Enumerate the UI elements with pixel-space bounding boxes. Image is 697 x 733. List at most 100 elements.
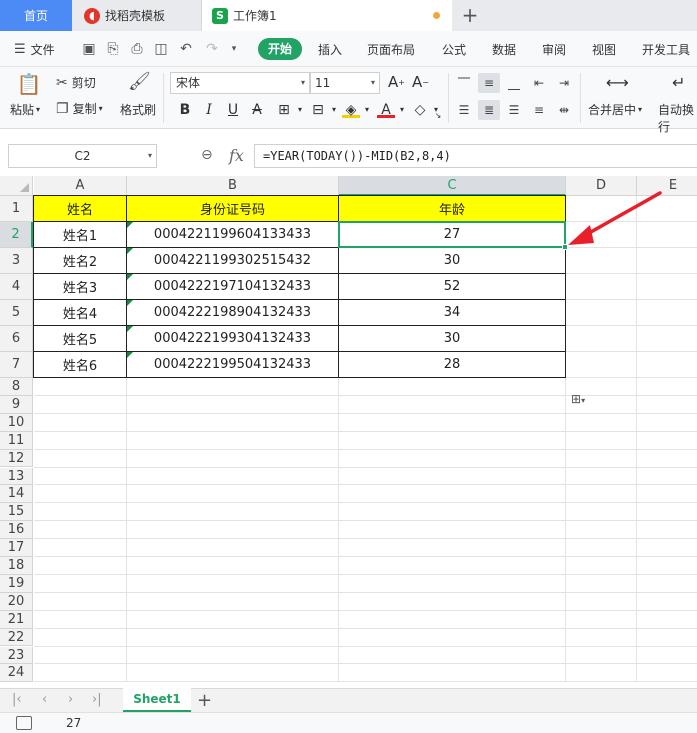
menu-data[interactable]: 数据 [492,41,516,58]
tab-home[interactable]: 首页 [0,0,72,31]
row-header-13[interactable]: 13 [0,467,33,486]
export-pdf-icon[interactable]: ⎘ [104,40,122,58]
cut-button[interactable]: ✂ 剪切 [56,74,96,91]
prev-sheet-icon[interactable]: ‹ [42,692,47,707]
print-preview-icon[interactable]: ◫ [152,40,170,58]
cell-c7[interactable]: 28 [339,352,565,377]
paste-button[interactable]: 粘贴 ▾ [10,101,40,118]
cell-b7[interactable]: 0004222199504132433 [127,352,338,377]
increase-indent-icon[interactable]: ⇥ [553,73,575,93]
sheet-tab-sheet1[interactable]: Sheet1 [123,688,191,712]
formula-input[interactable]: =YEAR(TODAY())-MID(B2,8,4) [254,144,697,168]
cell-a6[interactable]: 姓名5 [34,326,126,351]
last-sheet-icon[interactable]: ›| [92,692,102,707]
tab-workbook[interactable]: S 工作簿1 [202,0,452,31]
macro-record-icon[interactable] [16,716,32,730]
cell-b6[interactable]: 0004222199304132433 [127,326,338,351]
row-header-12[interactable]: 12 [0,449,33,468]
decrease-indent-icon[interactable]: ⇤ [528,73,550,93]
add-sheet-button[interactable]: + [197,690,212,711]
print-icon[interactable]: ⎙ [128,40,146,58]
strikethrough-icon[interactable]: A [248,100,266,120]
row-header-20[interactable]: 20 [0,592,33,611]
row-header-11[interactable]: 11 [0,431,33,450]
paste-icon[interactable]: 📋 [16,71,42,97]
font-dialog-launcher-icon[interactable]: ↘ [433,111,443,121]
row-header-24[interactable]: 24 [0,664,33,683]
cell-b2[interactable]: 0004221199604133433 [127,222,338,247]
menu-insert[interactable]: 插入 [318,41,342,58]
menu-review[interactable]: 审阅 [542,41,566,58]
cell-a2[interactable]: 姓名1 [34,222,126,247]
row-header-1[interactable]: 1 [0,196,33,222]
row-header-6[interactable]: 6 [0,326,33,352]
format-painter-icon[interactable]: 🖌 [128,71,151,92]
copy-button[interactable]: ❐ 复制 ▾ [56,100,103,117]
cell-b5[interactable]: 0004222198904132433 [127,300,338,325]
undo-icon[interactable]: ↶ [177,40,195,58]
next-sheet-icon[interactable]: › [68,692,73,707]
menu-start[interactable]: 开始 [258,38,302,60]
cell-c3[interactable]: 30 [339,248,565,273]
file-menu[interactable]: ☰ 文件 [14,41,55,58]
increase-font-size-icon[interactable]: A + [388,73,405,91]
row-header-10[interactable]: 10 [0,413,33,432]
row-header-21[interactable]: 21 [0,610,33,629]
merge-center-icon[interactable]: ⟷ [606,73,629,92]
save-icon[interactable]: ▣ [80,40,98,58]
insert-function-icon[interactable]: fx [229,146,244,165]
quick-access-dropdown-icon[interactable]: ▾ [225,40,243,58]
new-tab-plus-icon[interactable]: + [458,3,482,27]
row-header-17[interactable]: 17 [0,539,33,557]
align-bottom-icon[interactable]: ⎽ [503,73,525,93]
wrap-text-icon[interactable]: ↵ [672,73,685,92]
cell-c5[interactable]: 34 [339,300,565,325]
font-name-select[interactable]: 宋体 ▾ [170,72,310,94]
row-header-16[interactable]: 16 [0,521,33,540]
row-header-9[interactable]: 9 [0,395,33,414]
column-header-c[interactable]: C [339,176,566,196]
row-header-5[interactable]: 5 [0,300,33,326]
distributed-icon[interactable]: ⇹ [553,100,575,120]
row-header-15[interactable]: 15 [0,503,33,522]
cell-a3[interactable]: 姓名2 [34,248,126,273]
underline-icon[interactable]: U [224,100,242,120]
row-header-22[interactable]: 22 [0,628,33,647]
italic-icon[interactable]: I [200,100,218,120]
align-middle-icon[interactable]: ≡ [478,73,500,93]
cell-c4[interactable]: 52 [339,274,565,299]
cell-b1[interactable]: 身份证号码 [127,196,338,221]
search-function-icon[interactable]: ⊖ [201,147,213,163]
cell-a7[interactable]: 姓名6 [34,352,126,377]
cell-c1[interactable]: 年龄 [339,196,565,221]
select-all-corner[interactable] [0,176,33,196]
wrap-text-button[interactable]: 自动换行 [658,101,697,135]
row-header-3[interactable]: 3 [0,248,33,274]
first-sheet-icon[interactable]: |‹ [12,692,22,707]
menu-view[interactable]: 视图 [592,41,616,58]
align-center-icon[interactable]: ≣ [478,100,500,120]
name-box[interactable]: C2 ▾ [8,144,157,168]
cell-style-dropdown-icon[interactable]: ▾ [325,100,343,120]
row-header-14[interactable]: 14 [0,485,33,504]
cell-b4[interactable]: 0004222197104132433 [127,274,338,299]
borders-dropdown-icon[interactable]: ▾ [291,100,309,120]
cell-a4[interactable]: 姓名3 [34,274,126,299]
row-header-19[interactable]: 19 [0,574,33,593]
menu-page-layout[interactable]: 页面布局 [367,41,415,58]
align-left-icon[interactable]: ☰ [453,100,475,120]
bold-icon[interactable]: B [176,100,194,120]
merge-center-button[interactable]: 合并居中 ▾ [588,101,642,118]
cell-a1[interactable]: 姓名 [34,196,126,221]
column-header-b[interactable]: B [127,176,339,196]
format-painter-button[interactable]: 格式刷 [120,101,156,118]
row-header-2[interactable]: 2 [0,222,33,248]
row-header-18[interactable]: 18 [0,557,33,575]
row-header-7[interactable]: 7 [0,352,33,378]
justify-icon[interactable]: ≡ [528,100,550,120]
fill-color-dropdown-icon[interactable]: ▾ [358,100,376,120]
menu-formulas[interactable]: 公式 [442,41,466,58]
row-header-8[interactable]: 8 [0,378,33,396]
menu-developer[interactable]: 开发工具 [642,41,690,58]
decrease-font-size-icon[interactable]: A − [412,73,429,91]
